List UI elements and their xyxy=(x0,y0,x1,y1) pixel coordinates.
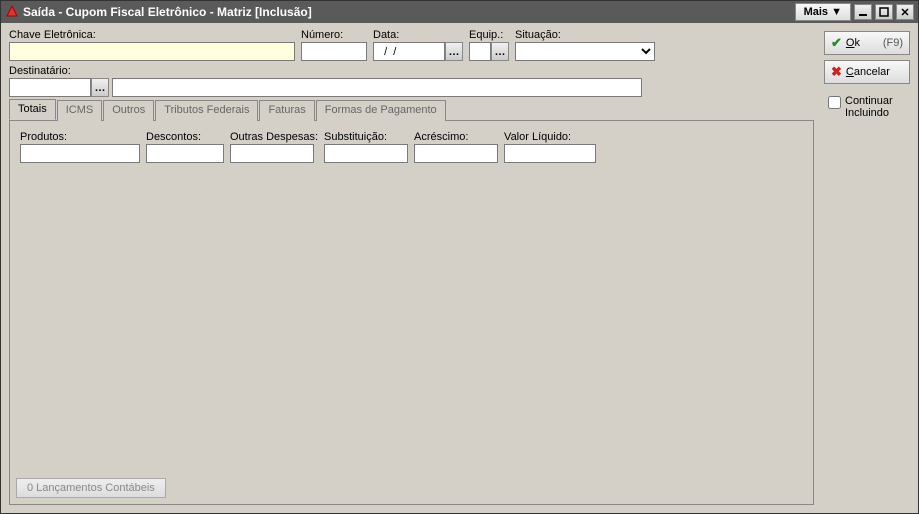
subst-field: Substituição: xyxy=(324,131,408,163)
app-icon xyxy=(5,4,19,21)
equip-input[interactable] xyxy=(469,42,491,61)
maximize-button[interactable] xyxy=(875,4,893,20)
equip-input-group: … xyxy=(469,42,509,61)
equip-picker-button[interactable]: … xyxy=(491,42,509,61)
header-row-1: Chave Eletrônica: Número: Data: … Equip.… xyxy=(9,29,814,61)
body: Chave Eletrônica: Número: Data: … Equip.… xyxy=(1,23,918,513)
close-button[interactable] xyxy=(896,4,914,20)
liquido-input[interactable] xyxy=(504,144,596,163)
data-picker-button[interactable]: … xyxy=(445,42,463,61)
subst-label: Substituição: xyxy=(324,131,408,143)
outras-label: Outras Despesas: xyxy=(230,131,318,143)
descontos-label: Descontos: xyxy=(146,131,224,143)
tab-faturas[interactable]: Faturas xyxy=(259,100,314,121)
titlebar: Saída - Cupom Fiscal Eletrônico - Matriz… xyxy=(1,1,918,23)
descontos-input[interactable] xyxy=(146,144,224,163)
tab-panel-totais: Produtos: Descontos: Outras Despesas: Su… xyxy=(9,121,814,505)
data-field: Data: … xyxy=(373,29,463,61)
continuar-label: Continuar Incluindo xyxy=(845,95,910,119)
produtos-field: Produtos: xyxy=(20,131,140,163)
main-window: Saída - Cupom Fiscal Eletrônico - Matriz… xyxy=(0,0,919,514)
destinatario-label: Destinatário: xyxy=(9,65,814,77)
liquido-label: Valor Líquido: xyxy=(504,131,596,143)
ok-button[interactable]: ✔ Ok (F9) xyxy=(824,31,910,55)
mais-button[interactable]: Mais ▼ xyxy=(795,3,851,21)
produtos-label: Produtos: xyxy=(20,131,140,143)
tab-totais[interactable]: Totais xyxy=(9,99,56,120)
acrescimo-input[interactable] xyxy=(414,144,498,163)
x-icon: ✖ xyxy=(831,64,842,80)
subst-input[interactable] xyxy=(324,144,408,163)
destinatario-field: Destinatário: … xyxy=(9,65,814,97)
liquido-field: Valor Líquido: xyxy=(504,131,596,163)
main-area: Chave Eletrônica: Número: Data: … Equip.… xyxy=(1,23,822,513)
outras-field: Outras Despesas: xyxy=(230,131,318,163)
data-input[interactable] xyxy=(373,42,445,61)
lancamentos-button[interactable]: 0 Lançamentos Contábeis xyxy=(16,478,166,498)
cancelar-label: Cancelar xyxy=(846,66,890,78)
numero-label: Número: xyxy=(301,29,367,41)
ok-label: Ok xyxy=(846,37,860,49)
situacao-select[interactable] xyxy=(515,42,655,61)
data-input-group: … xyxy=(373,42,463,61)
numero-input[interactable] xyxy=(301,42,367,61)
numero-field: Número: xyxy=(301,29,367,61)
tab-tributos[interactable]: Tributos Federais xyxy=(155,100,258,121)
descontos-field: Descontos: xyxy=(146,131,224,163)
chave-input[interactable] xyxy=(9,42,295,61)
produtos-input[interactable] xyxy=(20,144,140,163)
continuar-checkbox-row: Continuar Incluindo xyxy=(824,95,910,119)
acrescimo-field: Acréscimo: xyxy=(414,131,498,163)
outras-input[interactable] xyxy=(230,144,314,163)
situacao-field: Situação: xyxy=(515,29,655,61)
chave-label: Chave Eletrônica: xyxy=(9,29,295,41)
situacao-label: Situação: xyxy=(515,29,655,41)
window-title: Saída - Cupom Fiscal Eletrônico - Matriz… xyxy=(23,5,795,19)
tabs: Totais ICMS Outros Tributos Federais Fat… xyxy=(9,99,814,121)
destinatario-picker-button[interactable]: … xyxy=(91,78,109,97)
tab-icms[interactable]: ICMS xyxy=(57,100,103,121)
continuar-checkbox[interactable] xyxy=(828,96,841,109)
equip-field: Equip.: … xyxy=(469,29,509,61)
ok-shortcut: (F9) xyxy=(883,37,903,49)
chave-field: Chave Eletrônica: xyxy=(9,29,295,61)
destinatario-name-input[interactable] xyxy=(112,78,642,97)
acrescimo-label: Acréscimo: xyxy=(414,131,498,143)
data-label: Data: xyxy=(373,29,463,41)
tab-outros[interactable]: Outros xyxy=(103,100,154,121)
equip-label: Equip.: xyxy=(469,29,509,41)
destinatario-input-group: … xyxy=(9,78,814,97)
destinatario-code-input[interactable] xyxy=(9,78,91,97)
tab-formas[interactable]: Formas de Pagamento xyxy=(316,100,446,121)
titlebar-buttons: Mais ▼ xyxy=(795,3,914,21)
side-panel: ✔ Ok (F9) ✖ Cancelar Continuar Incluindo xyxy=(822,23,918,513)
totais-row: Produtos: Descontos: Outras Despesas: Su… xyxy=(20,131,803,163)
cancelar-button[interactable]: ✖ Cancelar xyxy=(824,60,910,84)
minimize-button[interactable] xyxy=(854,4,872,20)
check-icon: ✔ xyxy=(831,35,842,51)
